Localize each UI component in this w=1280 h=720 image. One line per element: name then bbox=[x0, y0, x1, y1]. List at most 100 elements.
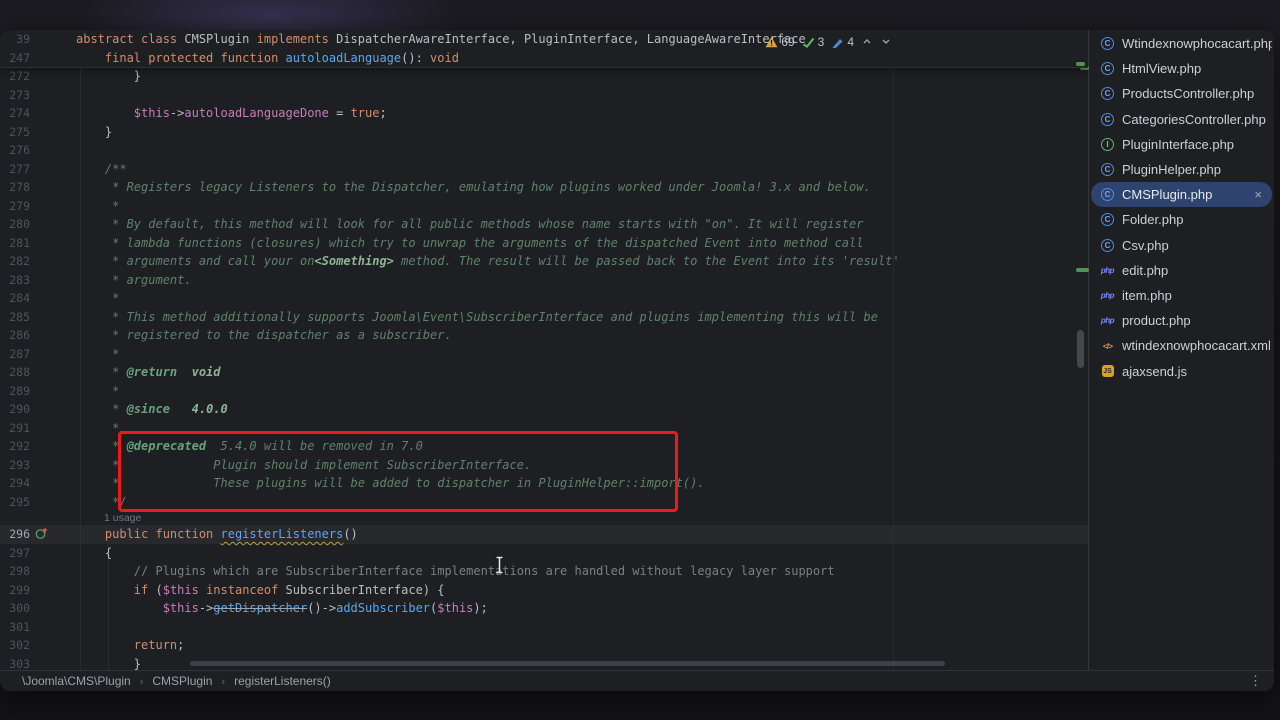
code-line[interactable]: 281 * lambda functions (closures) which … bbox=[0, 234, 1088, 253]
line-number[interactable]: 287 bbox=[0, 347, 30, 361]
close-tab-icon[interactable]: × bbox=[1254, 188, 1262, 201]
line-number[interactable]: 300 bbox=[0, 601, 30, 615]
line-number[interactable]: 278 bbox=[0, 180, 30, 194]
line-number[interactable]: 279 bbox=[0, 199, 30, 213]
code-editor[interactable]: 272 } 273 274 $this->autoloadLanguageDone … bbox=[0, 30, 1088, 670]
override-marker-icon[interactable] bbox=[35, 527, 49, 541]
weak-warning-indicator[interactable]: 4 bbox=[831, 35, 854, 49]
line-number[interactable]: 297 bbox=[0, 546, 30, 560]
line-number[interactable]: 273 bbox=[0, 88, 30, 102]
code-line[interactable]: 292 * @deprecated 5.4.0 will be removed … bbox=[0, 437, 1088, 456]
code-text: * @deprecated 5.4.0 will be removed in 7… bbox=[60, 437, 423, 456]
code-line[interactable]: 280 * By default, this method will look … bbox=[0, 215, 1088, 234]
file-tab-wtindexnowphocacart-php[interactable]: CWtindexnowphocacart.php bbox=[1091, 31, 1272, 56]
line-number[interactable]: 299 bbox=[0, 583, 30, 597]
code-line[interactable]: 286 * registered to the dispatcher as a … bbox=[0, 326, 1088, 345]
line-number[interactable]: 288 bbox=[0, 365, 30, 379]
file-tab-edit-php[interactable]: phpedit.php bbox=[1091, 258, 1272, 283]
horizontal-scrollbar-thumb[interactable] bbox=[190, 661, 945, 666]
line-number[interactable]: 285 bbox=[0, 310, 30, 324]
line-number[interactable]: 296 bbox=[0, 527, 30, 541]
line-number[interactable]: 276 bbox=[0, 143, 30, 157]
file-tab-ajaxsend-js[interactable]: JSajaxsend.js bbox=[1091, 358, 1272, 383]
code-line[interactable]: 302 return; bbox=[0, 636, 1088, 655]
line-number[interactable]: 247 bbox=[0, 51, 30, 65]
code-line[interactable]: 296 public function registerListeners() bbox=[0, 525, 1088, 544]
file-tab-plugininterface-php[interactable]: IPluginInterface.php bbox=[1091, 132, 1272, 157]
file-tab-product-php[interactable]: phpproduct.php bbox=[1091, 308, 1272, 333]
code-line[interactable]: 275 } bbox=[0, 123, 1088, 142]
breadcrumb-item[interactable]: CMSPlugin bbox=[152, 674, 212, 688]
code-line[interactable]: 291 * bbox=[0, 419, 1088, 438]
line-number[interactable]: 284 bbox=[0, 291, 30, 305]
sticky-line[interactable]: 39abstract class CMSPlugin implements Di… bbox=[0, 30, 1088, 49]
code-line[interactable]: 284 * bbox=[0, 289, 1088, 308]
code-line[interactable]: 293 * Plugin should implement Subscriber… bbox=[0, 456, 1088, 475]
code-line[interactable]: 283 * argument. bbox=[0, 271, 1088, 290]
file-tab-wtindexnowphocacart-xml[interactable]: </>wtindexnowphocacart.xml bbox=[1091, 333, 1272, 358]
code-line[interactable]: 277 /** bbox=[0, 160, 1088, 179]
warnings-indicator[interactable]: 69 bbox=[765, 35, 794, 49]
code-line[interactable]: 276 bbox=[0, 141, 1088, 160]
class-icon: C bbox=[1101, 87, 1114, 100]
line-number[interactable]: 298 bbox=[0, 564, 30, 578]
code-line[interactable]: 273 bbox=[0, 86, 1088, 105]
line-number[interactable]: 39 bbox=[0, 32, 30, 46]
code-line[interactable]: 282 * arguments and call your on<Somethi… bbox=[0, 252, 1088, 271]
file-tab-productscontroller-php[interactable]: CProductsController.php bbox=[1091, 81, 1272, 106]
line-number[interactable]: 282 bbox=[0, 254, 30, 268]
line-number[interactable]: 302 bbox=[0, 638, 30, 652]
line-number[interactable]: 290 bbox=[0, 402, 30, 416]
code-line[interactable]: 295 */ bbox=[0, 493, 1088, 512]
inspections-widget[interactable]: 69 3 4 bbox=[765, 34, 892, 49]
code-line[interactable]: 288 * @return void bbox=[0, 363, 1088, 382]
line-number[interactable]: 281 bbox=[0, 236, 30, 250]
file-tab-csv-php[interactable]: CCsv.php bbox=[1091, 233, 1272, 258]
line-number[interactable]: 272 bbox=[0, 69, 30, 83]
line-number[interactable]: 274 bbox=[0, 106, 30, 120]
grammar-indicator[interactable]: 3 bbox=[802, 35, 825, 49]
line-number[interactable]: 301 bbox=[0, 620, 30, 634]
code-line[interactable]: 285 * This method additionally supports … bbox=[0, 308, 1088, 327]
vertical-scrollbar-thumb[interactable] bbox=[1077, 330, 1084, 368]
file-tab-item-php[interactable]: phpitem.php bbox=[1091, 283, 1272, 308]
file-tab-categoriescontroller-php[interactable]: CCategoriesController.php bbox=[1091, 107, 1272, 132]
line-number[interactable]: 283 bbox=[0, 273, 30, 287]
line-number[interactable]: 294 bbox=[0, 476, 30, 490]
file-tab-cmsplugin-php[interactable]: CCMSPlugin.php× bbox=[1091, 182, 1272, 207]
code-line[interactable]: 300 $this->getDispatcher()->addSubscribe… bbox=[0, 599, 1088, 618]
line-number[interactable]: 293 bbox=[0, 458, 30, 472]
code-line[interactable]: 301 bbox=[0, 618, 1088, 637]
line-number[interactable]: 303 bbox=[0, 657, 30, 670]
code-line[interactable]: 294 * These plugins will be added to dis… bbox=[0, 474, 1088, 493]
line-number[interactable]: 289 bbox=[0, 384, 30, 398]
file-tab-htmlview-php[interactable]: CHtmlView.php bbox=[1091, 56, 1272, 81]
code-line[interactable]: 279 * bbox=[0, 197, 1088, 216]
line-number[interactable]: 295 bbox=[0, 495, 30, 509]
line-number[interactable]: 275 bbox=[0, 125, 30, 139]
code-line[interactable]: 299 if ($this instanceof SubscriberInter… bbox=[0, 581, 1088, 600]
file-tab-folder-php[interactable]: CFolder.php bbox=[1091, 207, 1272, 232]
more-options-icon[interactable]: ⋮ bbox=[1249, 673, 1262, 689]
code-line[interactable]: 287 * bbox=[0, 345, 1088, 364]
line-number[interactable]: 277 bbox=[0, 162, 30, 176]
line-number[interactable]: 291 bbox=[0, 421, 30, 435]
file-tab-pluginhelper-php[interactable]: CPluginHelper.php bbox=[1091, 157, 1272, 182]
breadcrumb-item[interactable]: registerListeners() bbox=[234, 674, 331, 688]
prev-highlight-button[interactable] bbox=[861, 36, 873, 47]
code-line[interactable]: 272 } bbox=[0, 67, 1088, 86]
code-line[interactable]: 297 { bbox=[0, 544, 1088, 563]
next-highlight-button[interactable] bbox=[880, 36, 892, 47]
code-line[interactable]: 278 * Registers legacy Listeners to the … bbox=[0, 178, 1088, 197]
code-line[interactable]: 298 // Plugins which are SubscriberInter… bbox=[0, 562, 1088, 581]
code-line[interactable]: 290 * @since 4.0.0 bbox=[0, 400, 1088, 419]
sticky-line[interactable]: 247 final protected function autoloadLan… bbox=[0, 49, 1088, 68]
code-line[interactable]: 289 * bbox=[0, 382, 1088, 401]
line-number[interactable]: 280 bbox=[0, 217, 30, 231]
code-line[interactable]: 274 $this->autoloadLanguageDone = true; bbox=[0, 104, 1088, 123]
line-number[interactable]: 292 bbox=[0, 439, 30, 453]
class-icon: C bbox=[1101, 188, 1114, 201]
breadcrumb-item[interactable]: \Joomla\CMS\Plugin bbox=[22, 674, 131, 688]
line-number[interactable]: 286 bbox=[0, 328, 30, 342]
usage-hint[interactable]: 1 usage bbox=[0, 511, 1088, 525]
